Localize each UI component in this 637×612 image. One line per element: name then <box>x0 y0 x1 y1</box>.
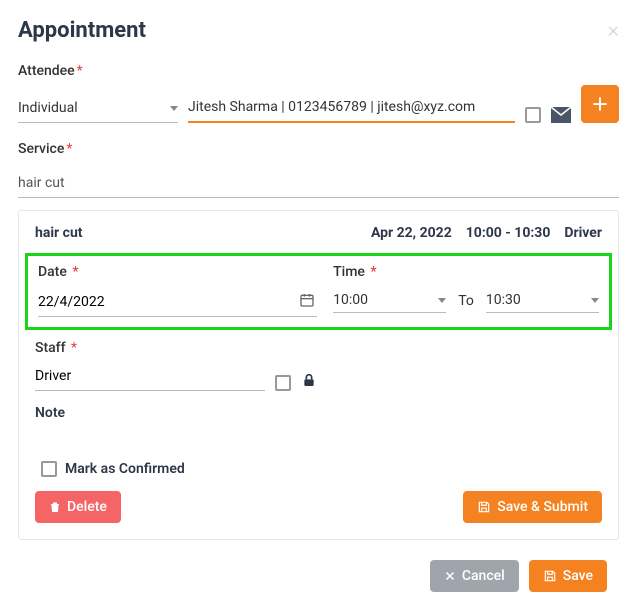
close-icon <box>444 570 456 582</box>
staff-label: Staff <box>35 340 66 356</box>
delete-button[interactable]: Delete <box>35 491 121 523</box>
date-label: Date <box>38 264 67 280</box>
card-time-range: 10:00 - 10:30 <box>466 225 551 241</box>
plus-icon <box>591 95 609 113</box>
appointment-card: hair cut Apr 22, 2022 10:00 - 10:30 Driv… <box>18 210 619 540</box>
service-section: Service* <box>18 141 619 198</box>
time-label: Time <box>333 264 365 280</box>
cancel-button[interactable]: Cancel <box>430 560 519 592</box>
trash-icon <box>49 500 61 514</box>
service-label: Service <box>18 141 64 157</box>
calendar-icon[interactable] <box>299 292 315 308</box>
modal-footer: Cancel Save <box>18 540 619 602</box>
modal-title: Appointment <box>18 18 146 43</box>
mail-icon[interactable] <box>551 107 571 123</box>
lock-icon <box>301 371 317 389</box>
time-to-value: 10:30 <box>486 292 521 308</box>
attendee-checkbox[interactable] <box>525 107 541 123</box>
modal-header: Appointment × <box>18 18 619 43</box>
attendee-input[interactable] <box>188 93 515 123</box>
card-staff-display: Driver <box>564 225 602 241</box>
attendee-section: Attendee* Individual <box>18 63 619 123</box>
attendee-label: Attendee <box>18 63 75 79</box>
appointment-modal: Appointment × Attendee* Individual Servi… <box>10 10 627 602</box>
add-attendee-button[interactable] <box>581 85 619 123</box>
note-section: Note <box>19 395 618 451</box>
required-marker: * <box>77 63 83 79</box>
confirm-label: Mark as Confirmed <box>65 461 185 477</box>
delete-label: Delete <box>67 499 107 515</box>
close-icon[interactable]: × <box>607 18 619 43</box>
card-footer: Mark as Confirmed Delete Save & Submit <box>19 451 618 539</box>
chevron-down-icon <box>591 298 599 303</box>
time-from-select[interactable]: 10:00 <box>333 288 446 313</box>
datetime-highlight-box: Date * Time * <box>25 253 612 330</box>
attendee-type-select[interactable]: Individual <box>18 94 178 123</box>
card-header: hair cut Apr 22, 2022 10:00 - 10:30 Driv… <box>19 211 618 253</box>
card-date-display: Apr 22, 2022 <box>371 225 452 241</box>
save-submit-button[interactable]: Save & Submit <box>463 491 602 523</box>
time-to-label: To <box>454 293 478 313</box>
note-label: Note <box>35 405 602 421</box>
time-from-value: 10:00 <box>333 292 368 308</box>
staff-section: Staff * <box>19 330 618 395</box>
service-input[interactable] <box>18 167 619 198</box>
save-icon <box>477 500 491 514</box>
staff-input[interactable] <box>35 362 265 391</box>
attendee-type-value: Individual <box>18 100 78 116</box>
cancel-label: Cancel <box>462 568 505 584</box>
required-marker: * <box>68 340 78 356</box>
required-marker: * <box>367 264 377 280</box>
staff-checkbox[interactable] <box>275 375 291 391</box>
chevron-down-icon <box>170 106 178 111</box>
card-service-name: hair cut <box>35 225 357 241</box>
save-submit-label: Save & Submit <box>497 499 588 515</box>
required-marker: * <box>69 264 79 280</box>
confirm-checkbox[interactable] <box>41 461 57 477</box>
chevron-down-icon <box>438 298 446 303</box>
time-to-select[interactable]: 10:30 <box>486 288 599 313</box>
save-button[interactable]: Save <box>529 560 607 592</box>
save-icon <box>543 569 557 583</box>
required-marker: * <box>66 141 72 157</box>
date-column: Date * <box>38 264 317 317</box>
date-input[interactable] <box>38 288 317 317</box>
save-label: Save <box>563 568 593 584</box>
